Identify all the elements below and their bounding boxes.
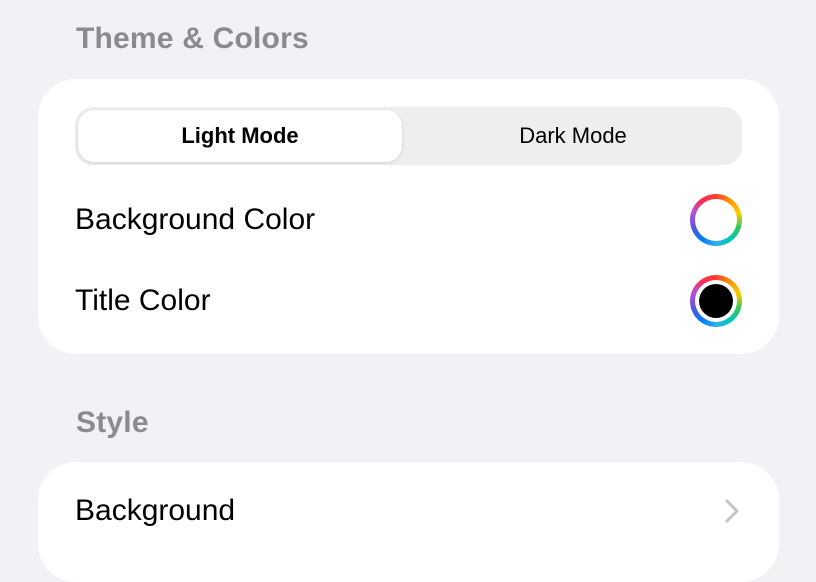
light-mode-segment[interactable]: Light Mode — [78, 110, 402, 162]
background-color-label: Background Color — [75, 203, 316, 236]
title-color-label: Title Color — [75, 284, 211, 317]
background-color-row[interactable]: Background Color — [75, 190, 742, 250]
background-row[interactable]: Background — [75, 481, 742, 541]
background-color-picker-icon[interactable] — [690, 194, 742, 246]
title-color-swatch — [699, 284, 733, 318]
mode-segmented-control[interactable]: Light Mode Dark Mode — [75, 107, 742, 165]
background-label: Background — [75, 494, 236, 527]
theme-colors-card: Light Mode Dark Mode Background Color Ti… — [38, 79, 779, 354]
background-color-swatch — [699, 203, 733, 237]
chevron-right-icon — [722, 496, 742, 526]
title-color-picker-icon[interactable] — [690, 275, 742, 327]
style-card: Background — [38, 462, 779, 582]
title-color-row[interactable]: Title Color — [75, 271, 742, 331]
theme-colors-header: Theme & Colors — [76, 22, 309, 55]
style-header: Style — [76, 406, 149, 439]
dark-mode-segment[interactable]: Dark Mode — [408, 110, 738, 162]
